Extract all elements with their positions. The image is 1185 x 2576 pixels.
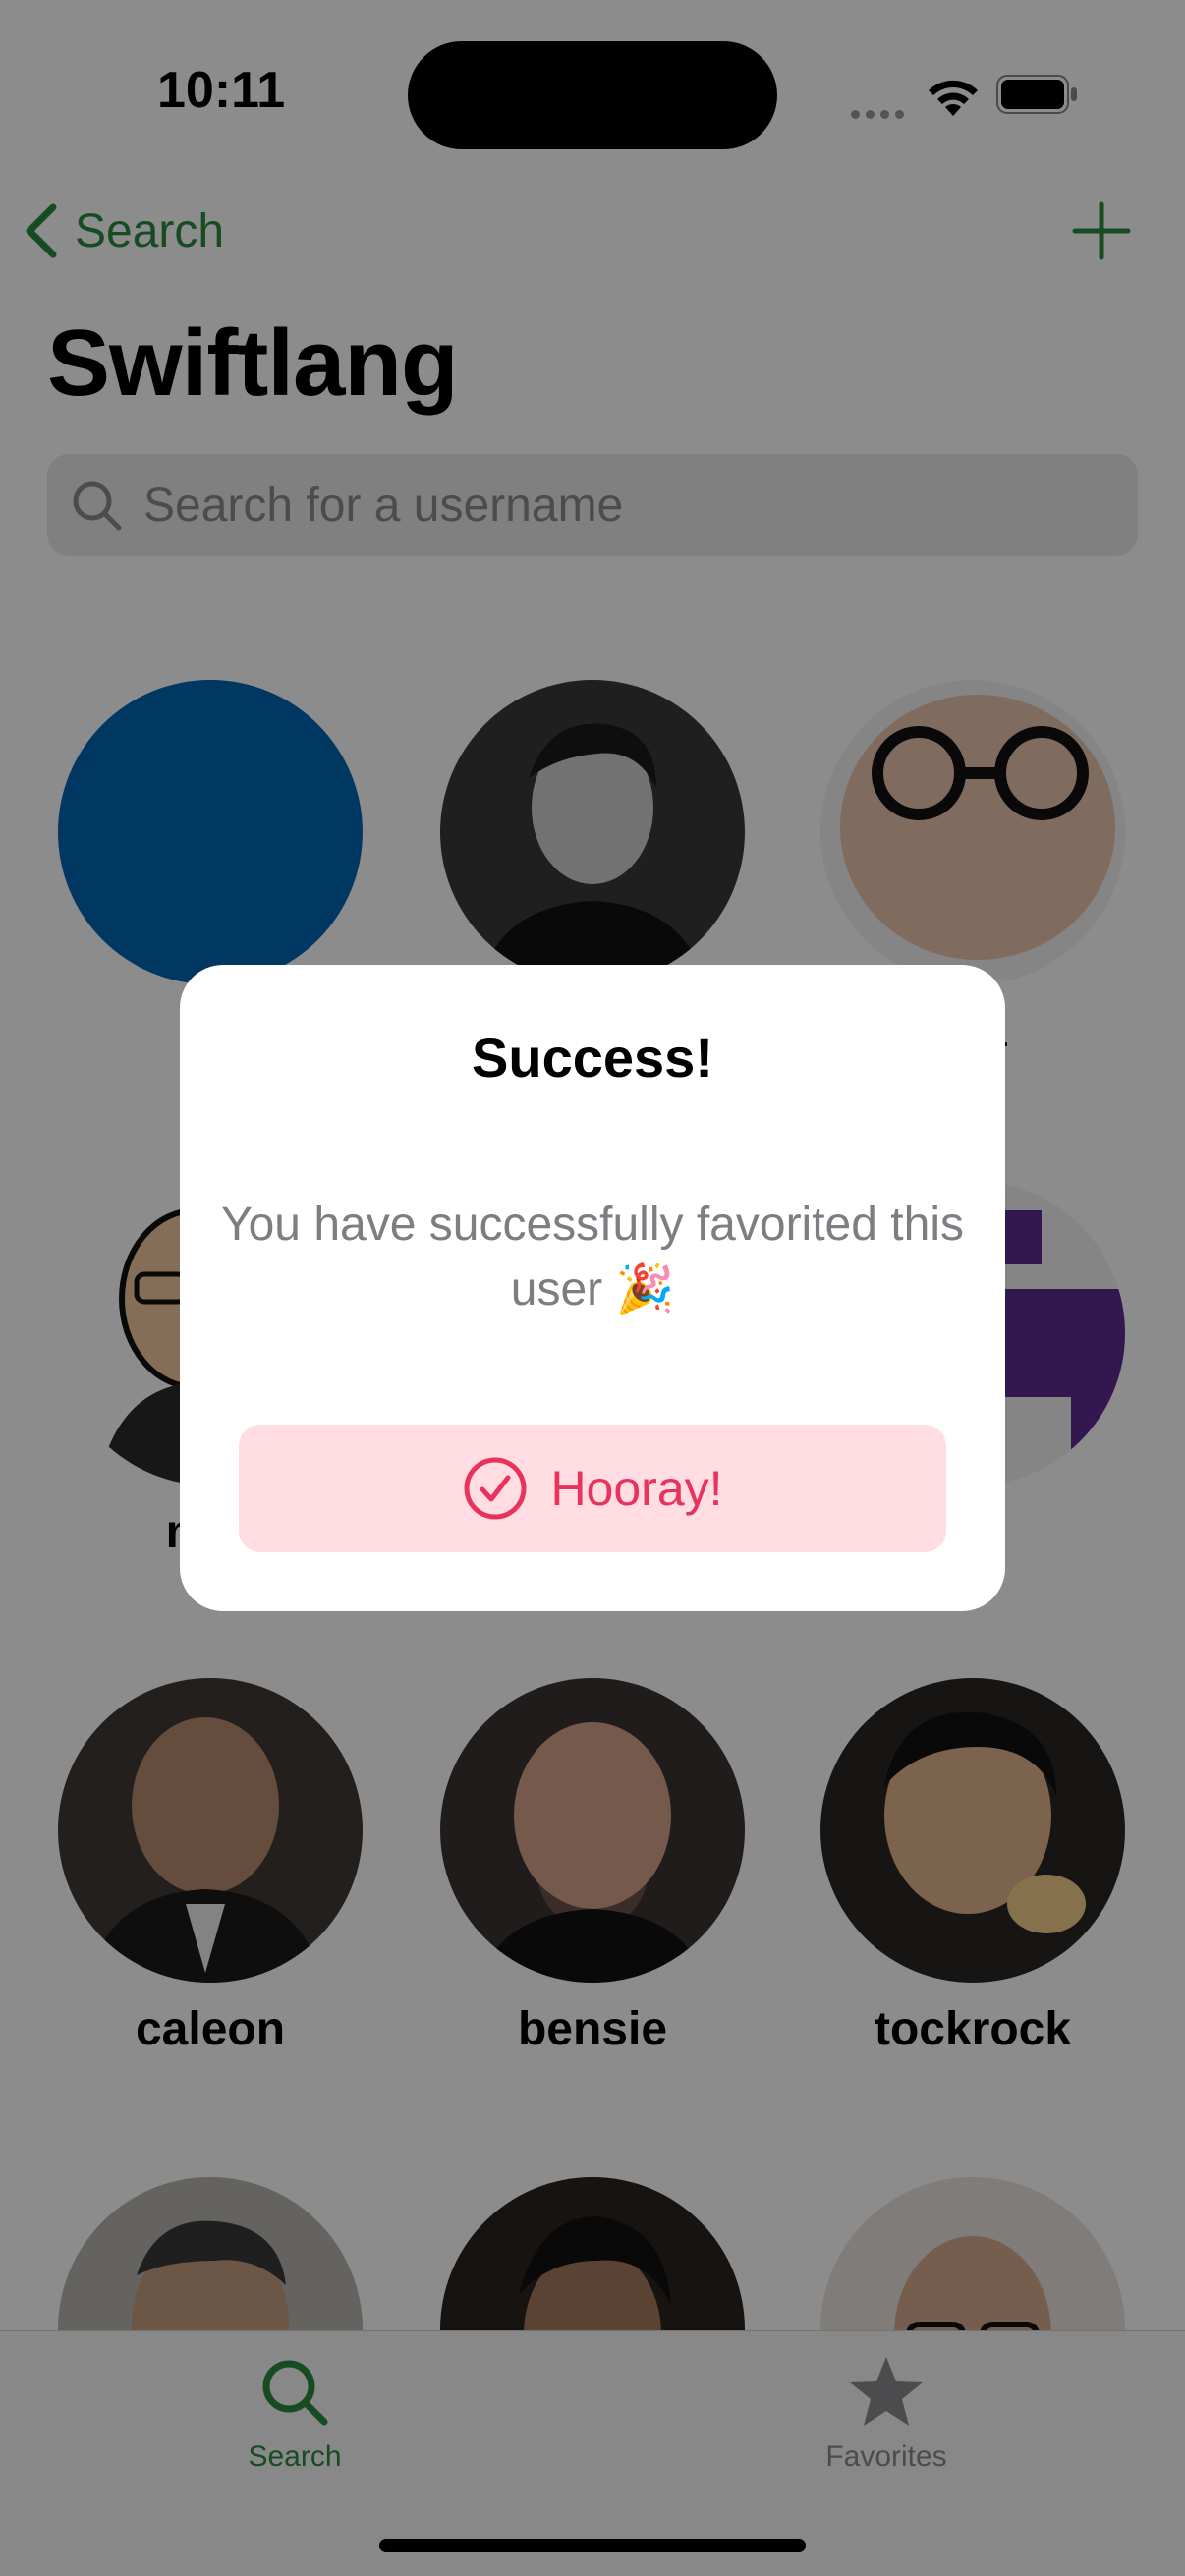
alert-message: You have successfully favorited this use… <box>221 1199 964 1316</box>
alert-title: Success! <box>472 1027 713 1089</box>
app-screen: 10:11 Search Swiftlang jo <box>0 0 1185 2576</box>
success-alert: Success! You have successfully favorited… <box>180 965 1005 1611</box>
hooray-button-label: Hooray! <box>550 1461 723 1516</box>
hooray-button[interactable]: Hooray! <box>239 1425 946 1552</box>
checkmark-circle-icon <box>464 1457 527 1520</box>
home-indicator <box>379 2539 806 2552</box>
